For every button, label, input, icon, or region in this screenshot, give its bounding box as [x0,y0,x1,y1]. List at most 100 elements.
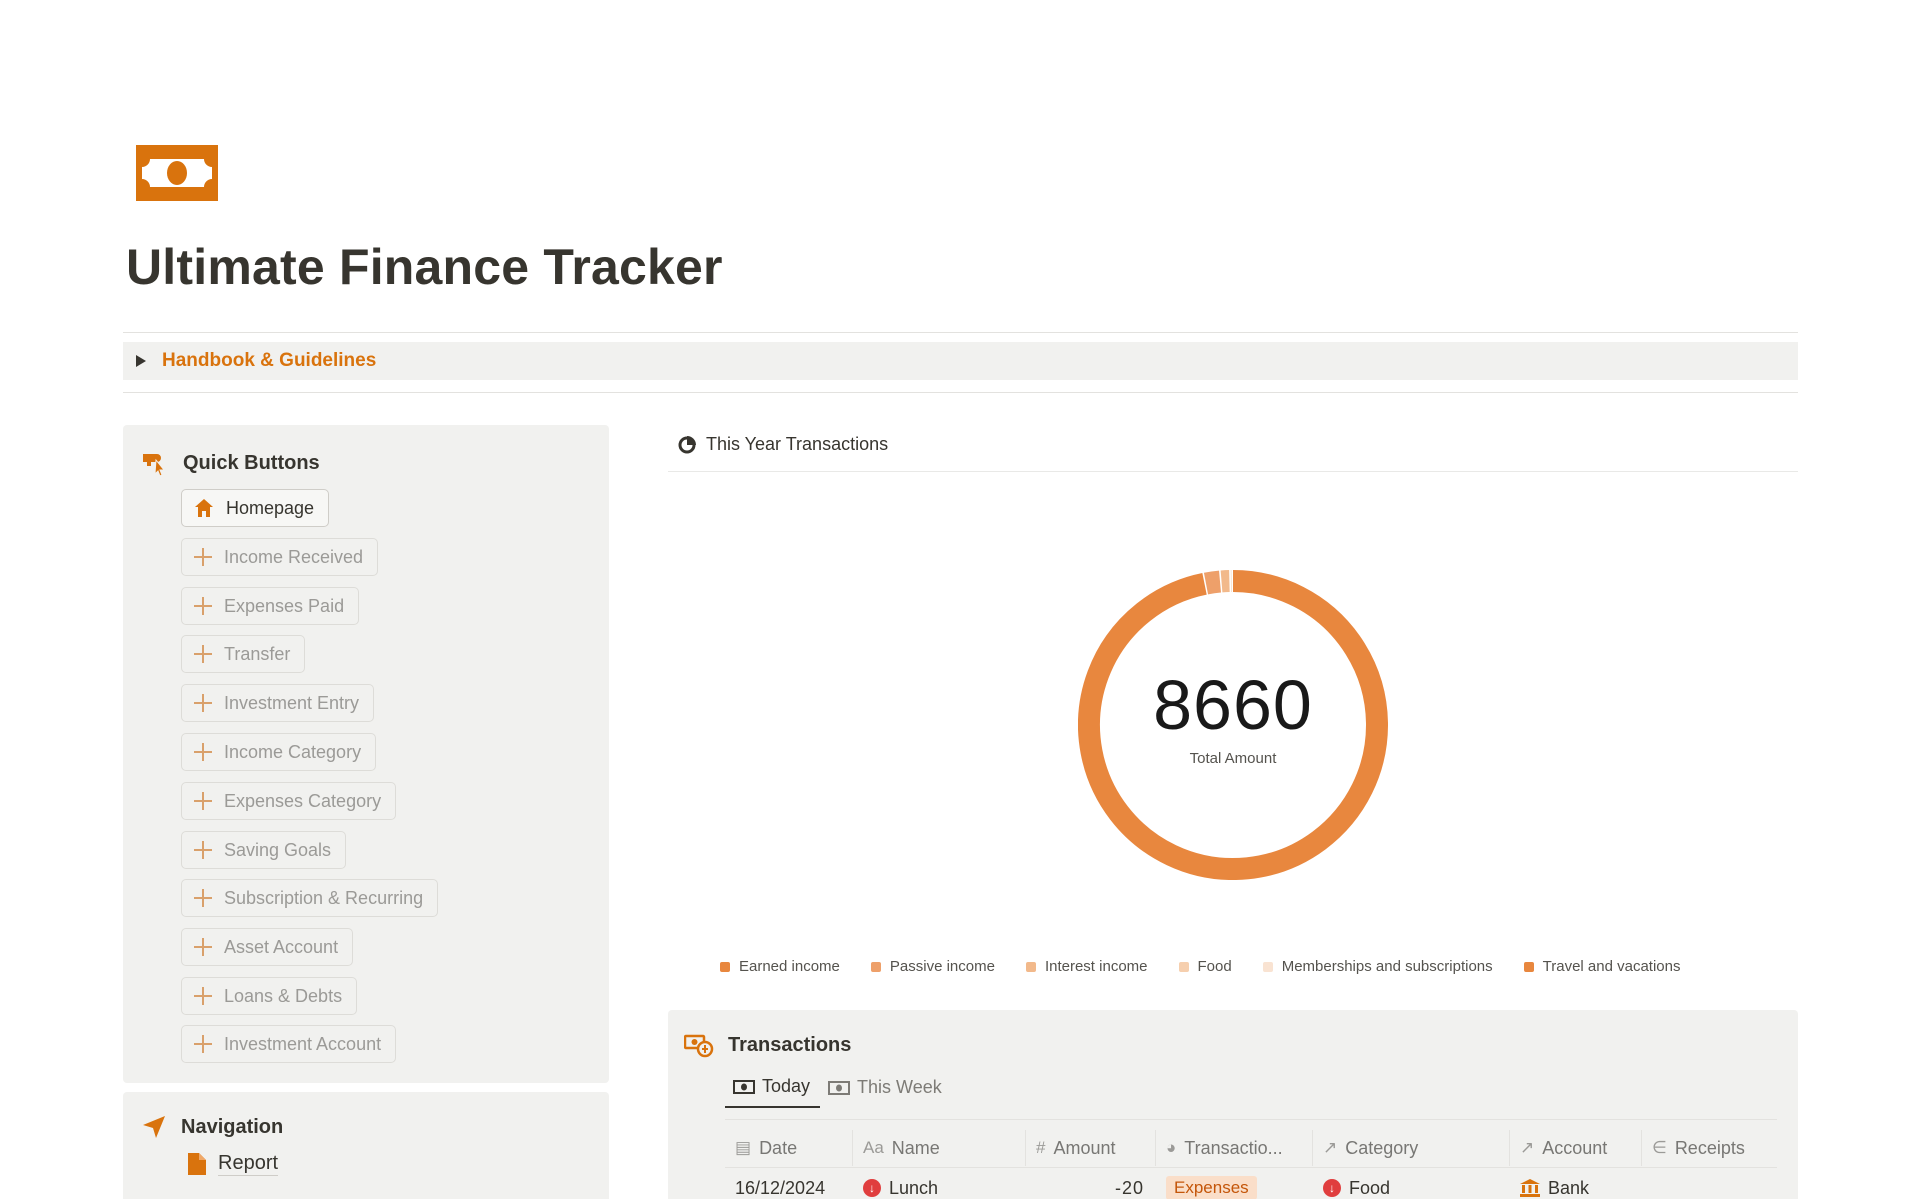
button-label: Saving Goals [224,839,332,860]
nav-item-report[interactable]: Report [188,1152,279,1176]
plus-icon [194,694,212,712]
quick-buttons-panel: Quick Buttons Homepage Income Received E… [123,425,609,1083]
button-label: Investment Entry [224,692,360,713]
column-label: Transactio... [1184,1137,1283,1158]
legend-swatch [720,961,730,972]
legend-label: Food [1197,958,1232,975]
hand-pointer-icon [143,454,166,476]
button-label: Subscription & Recurring [224,887,424,908]
tab-label: This Week [857,1077,942,1097]
text-icon: Aa [863,1138,884,1157]
navigation-header: Navigation [141,1114,283,1140]
tab-label: Today [762,1076,811,1096]
cell-date[interactable]: 16/12/2024 [725,1170,853,1199]
column-receipts[interactable]: ∈ Receipts [1642,1130,1777,1166]
cell-type[interactable]: Expenses [1156,1170,1313,1199]
income-received-button[interactable]: Income Received [181,538,379,576]
homepage-button[interactable]: Homepage [181,489,330,527]
arrow-down-circle-icon: ↓ [863,1179,881,1197]
saving-goals-button[interactable]: Saving Goals [181,831,347,869]
nav-item-label[interactable]: Report [218,1152,279,1176]
legend-item[interactable]: Interest income [1025,958,1148,975]
plus-icon [194,597,212,615]
column-date[interactable]: ▤ Date [725,1130,853,1166]
cell-name[interactable]: ↓ Lunch [853,1170,1026,1199]
loans-debts-button[interactable]: Loans & Debts [181,977,358,1015]
column-account[interactable]: ↗ Account [1510,1130,1642,1166]
plus-icon [194,889,212,907]
calendar-icon: ▤ [735,1138,752,1157]
button-label: Expenses Paid [224,595,345,616]
legend-item[interactable]: Earned income [720,958,840,975]
expenses-paid-button[interactable]: Expenses Paid [181,587,360,625]
legend-item[interactable]: Passive income [870,958,995,975]
column-label: Receipts [1674,1137,1745,1158]
cell-amount[interactable]: -20 [1026,1170,1156,1199]
chart-title: This Year Transactions [706,434,889,454]
cell-account[interactable]: Bank [1510,1170,1642,1199]
plus-icon [194,987,212,1005]
table-row[interactable]: 16/12/2024 ↓ Lunch -20 Expenses ↓ Food Ban… [725,1170,1642,1199]
column-label: Name [891,1137,940,1158]
navigation-panel: Navigation Report [123,1092,609,1199]
cell-category[interactable]: ↓ Food [1313,1170,1510,1199]
button-label: Income Category [224,741,362,762]
legend-swatch [1262,961,1273,972]
toggle-triangle-icon[interactable] [136,355,146,367]
column-amount[interactable]: # Amount [1026,1130,1156,1166]
chart-header: This Year Transactions [678,434,888,455]
plus-icon [194,743,212,761]
pie-chart-icon [678,435,696,453]
expenses-category-button[interactable]: Expenses Category [181,782,397,820]
plus-icon [194,1035,212,1053]
divider [123,332,1798,333]
hash-icon: # [1036,1138,1046,1157]
legend-item[interactable]: Food [1178,958,1232,975]
total-label: Total Amount [1189,750,1277,767]
category-link[interactable]: Food [1349,1178,1390,1199]
view-tabs: Today This Week [725,1076,952,1108]
asset-account-button[interactable]: Asset Account [181,928,354,966]
money-cycle-icon [684,1034,714,1058]
cell-name-text: Lunch [889,1177,939,1198]
legend-item[interactable]: Travel and vacations [1523,958,1681,975]
column-name[interactable]: Aa Name [853,1130,1026,1166]
income-category-button[interactable]: Income Category [181,733,377,771]
tab-this-week[interactable]: This Week [820,1076,952,1108]
legend-item[interactable]: Memberships and subscriptions [1262,958,1493,975]
toggle-label[interactable]: Handbook & Guidelines [162,350,376,372]
table-header: ▤ Date Aa Name # Amount ◕ Transactio... ↗ Cat… [725,1130,1777,1166]
donut-slice-passive-income[interactable] [1203,570,1222,595]
legend-swatch [1178,961,1189,972]
investment-account-button[interactable]: Investment Account [181,1025,397,1063]
column-category[interactable]: ↗ Category [1313,1130,1510,1166]
banknote-icon [136,145,218,201]
button-label: Homepage [226,497,315,518]
divider [668,471,1798,472]
button-label: Income Received [224,546,364,567]
column-label: Account [1542,1137,1608,1158]
bank-icon [1520,1179,1540,1197]
relation-arrow-icon: ↗ [1323,1138,1338,1157]
column-transaction-type[interactable]: ◕ Transactio... [1156,1130,1313,1166]
transaction-type-badge: Expenses [1166,1176,1257,1199]
transactions-header: Transactions [684,1032,851,1058]
investment-entry-button[interactable]: Investment Entry [181,684,375,722]
plus-icon [194,938,212,956]
arrow-down-circle-icon: ↓ [1323,1179,1341,1197]
transfer-button[interactable]: Transfer [181,635,306,673]
account-link[interactable]: Bank [1548,1178,1589,1199]
button-label: Transfer [224,643,291,664]
tab-today[interactable]: Today [725,1076,821,1108]
handbook-toggle[interactable]: Handbook & Guidelines [123,342,1798,380]
quick-buttons-title: Quick Buttons [183,451,320,474]
legend-swatch [870,961,881,972]
legend-swatch [1025,961,1036,972]
navigation-title: Navigation [181,1115,284,1138]
subscription-recurring-button[interactable]: Subscription & Recurring [181,879,439,917]
page-title: Ultimate Finance Tracker [126,239,723,295]
plus-icon [194,645,212,663]
chevron-circle-icon: ◕ [1166,1138,1177,1157]
legend-swatch [1523,961,1534,972]
legend-label: Passive income [889,958,995,975]
